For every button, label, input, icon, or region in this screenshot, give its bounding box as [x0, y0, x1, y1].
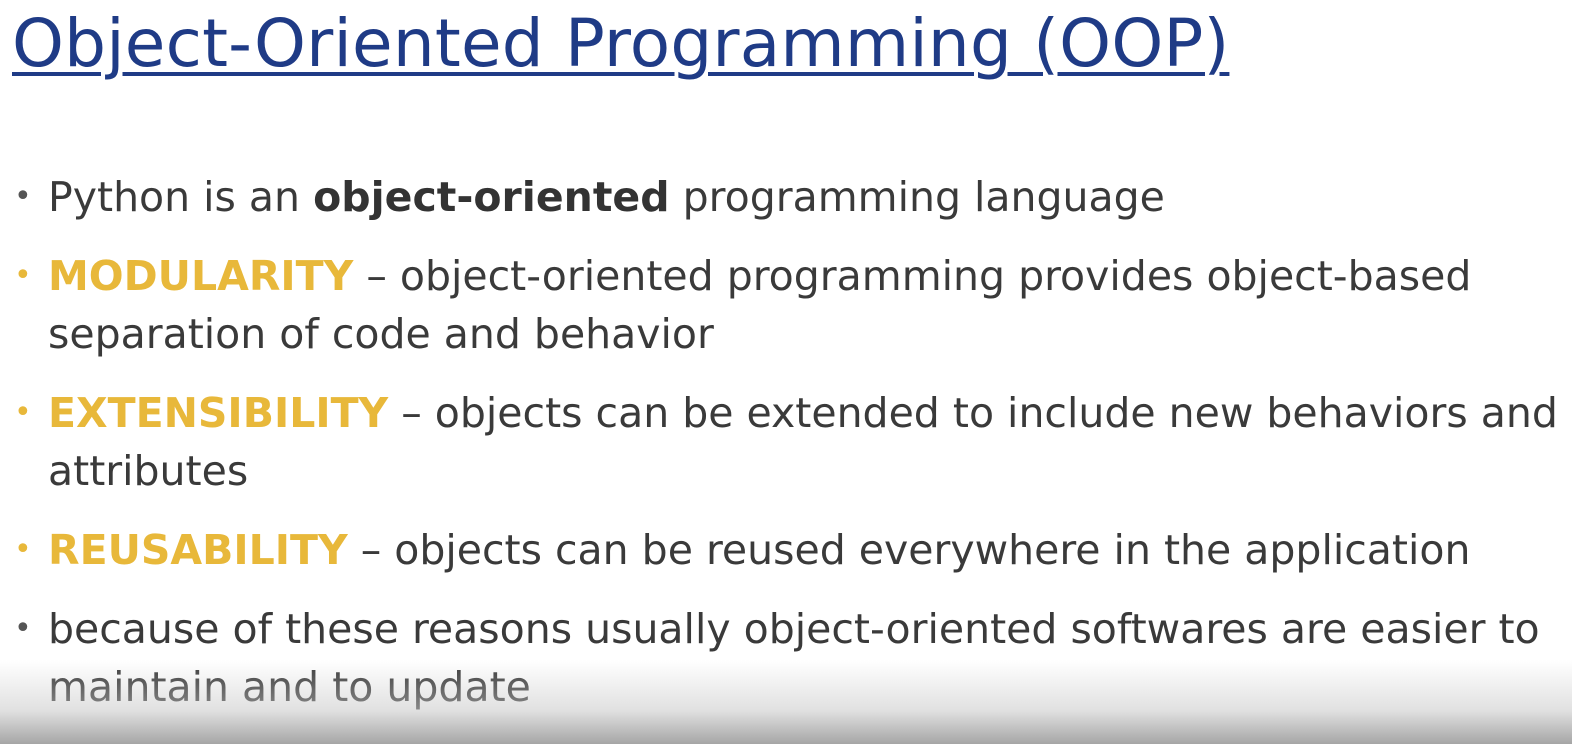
bullet-conclusion: • because of these reasons usually object…	[14, 600, 1562, 716]
bullet-dot-icon: •	[14, 258, 32, 293]
bullet-keyword: REUSABILITY	[48, 526, 348, 574]
bullet-list: • Python is an object-oriented programmin…	[14, 168, 1562, 737]
bullet-python-oop: • Python is an object-oriented programmin…	[14, 168, 1562, 226]
slide-title: Object-Oriented Programming (OOP)	[12, 5, 1230, 82]
bullet-text: programming language	[669, 173, 1165, 221]
bullet-dot-icon: •	[14, 611, 32, 646]
bullet-dot-icon: •	[14, 532, 32, 567]
bullet-dot-icon: •	[14, 179, 32, 214]
bullet-keyword: EXTENSIBILITY	[48, 389, 389, 437]
bullet-keyword: MODULARITY	[48, 252, 354, 300]
slide: Object-Oriented Programming (OOP) • Pytho…	[0, 0, 1572, 744]
bullet-modularity: • MODULARITY – object-oriented programmin…	[14, 247, 1562, 363]
bullet-text: – objects can be reused everywhere in th…	[347, 526, 1471, 574]
bullet-extensibility: • EXTENSIBILITY – objects can be extended…	[14, 384, 1562, 500]
bullet-text: Python is an	[48, 173, 314, 221]
bullet-text: because of these reasons usually object-…	[48, 605, 1540, 711]
bullet-bold-text: object-oriented	[313, 173, 670, 221]
bullet-reusability: • REUSABILITY – objects can be reused eve…	[14, 521, 1562, 579]
bullet-dot-icon: •	[14, 395, 32, 430]
